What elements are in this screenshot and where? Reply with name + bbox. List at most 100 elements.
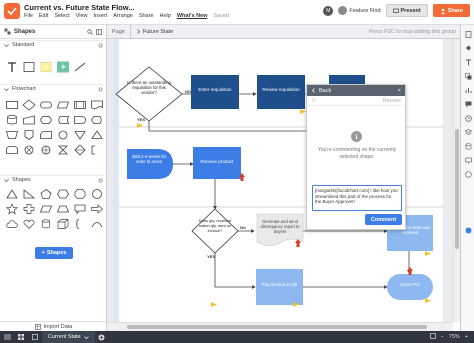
menu-edit[interactable]: Edit	[39, 13, 48, 19]
arrow-shape-icon[interactable]	[90, 203, 104, 215]
menu-insert[interactable]: Insert	[93, 13, 107, 19]
manual-operation-icon[interactable]	[5, 129, 19, 141]
or-shape-icon[interactable]	[39, 144, 53, 156]
document-title[interactable]: Current vs. Future State Flow...	[24, 3, 135, 12]
section-flowchart[interactable]: Flowchart	[0, 84, 107, 93]
triangle-shape-icon[interactable]	[5, 188, 19, 200]
terminator-shape-icon[interactable]	[39, 99, 53, 111]
pentagon-shape-icon[interactable]	[39, 188, 53, 200]
comment-button[interactable]: Comment	[365, 214, 402, 225]
app-logo[interactable]	[4, 3, 20, 19]
page-tab-current-state[interactable]: Current State	[42, 331, 95, 343]
chat-icon[interactable]	[463, 169, 473, 179]
extract-shape-icon[interactable]	[90, 129, 104, 141]
present-button[interactable]: Present	[385, 4, 428, 17]
grid-view-icon[interactable]	[14, 331, 28, 343]
horizontal-scrollbar[interactable]	[107, 322, 453, 331]
manual-input-icon[interactable]	[22, 114, 36, 126]
page-settings-small-icon[interactable]	[28, 331, 42, 343]
more-shapes-button[interactable]: + Shapes	[35, 247, 73, 259]
share-button[interactable]: Share	[432, 4, 470, 17]
menu-select[interactable]: Select	[54, 13, 69, 19]
page-settings-icon[interactable]	[463, 29, 473, 39]
hexagon-shape-icon[interactable]	[56, 188, 70, 200]
cloud-shape-icon[interactable]	[5, 218, 19, 230]
menu-help[interactable]: Help	[160, 13, 171, 19]
presentation-icon[interactable]	[463, 155, 473, 165]
menu-share[interactable]: Share	[139, 13, 154, 19]
cylinder-shape-icon[interactable]	[39, 218, 53, 230]
section-standard[interactable]: Standard	[0, 40, 107, 49]
gear-icon[interactable]	[98, 86, 103, 92]
menu-view[interactable]: View	[76, 13, 88, 19]
block-arc-icon[interactable]	[90, 218, 104, 230]
comment-input[interactable]: [margaret@lucidchart.com] I like how you…	[312, 185, 402, 211]
heart-shape-icon[interactable]	[22, 218, 36, 230]
document-shape-icon[interactable]	[90, 99, 104, 111]
vertical-scrollbar[interactable]	[453, 39, 460, 322]
off-page-connector-icon[interactable]	[22, 129, 36, 141]
fill-style-icon[interactable]	[463, 43, 473, 53]
lightning-shape-icon[interactable]	[56, 61, 70, 73]
history-icon[interactable]	[463, 113, 473, 123]
gear-icon[interactable]	[98, 177, 103, 183]
avatar[interactable]: M	[323, 5, 334, 16]
horizontal-scroll-thumb[interactable]	[127, 325, 427, 329]
collate-shape-icon[interactable]	[56, 144, 70, 156]
plus-shape-icon[interactable]	[22, 203, 36, 215]
text-shape-icon[interactable]	[5, 61, 19, 73]
search-icon[interactable]	[87, 28, 93, 35]
circle-shape-icon[interactable]	[90, 188, 104, 200]
feature-find-button[interactable]: Feature Find	[338, 6, 381, 15]
merge-shape-icon[interactable]	[73, 129, 87, 141]
zoom-out-icon[interactable]: −	[441, 334, 444, 340]
right-triangle-icon[interactable]	[22, 188, 36, 200]
data-shape-icon[interactable]	[56, 99, 70, 111]
trapezoid-shape-icon[interactable]	[56, 203, 70, 215]
card-shape-icon[interactable]	[39, 129, 53, 141]
zoom-level[interactable]: 75%	[449, 334, 460, 340]
database-shape-icon[interactable]	[5, 114, 19, 126]
menu-whats-new[interactable]: What's New	[177, 13, 208, 19]
comments-icon[interactable]	[463, 99, 473, 109]
text-style-icon[interactable]	[463, 57, 473, 67]
sort-shape-icon[interactable]	[73, 144, 87, 156]
star-shape-icon[interactable]	[5, 203, 19, 215]
display-shape-icon[interactable]	[90, 114, 104, 126]
resolve-button[interactable]: Resolve	[383, 98, 401, 104]
menu-file[interactable]: File	[24, 13, 33, 19]
help-icon[interactable]	[463, 225, 473, 235]
loop-limit-icon[interactable]	[5, 144, 19, 156]
data-linking-icon[interactable]	[463, 141, 473, 151]
cube-shape-icon[interactable]	[56, 218, 70, 230]
layers-icon[interactable]	[463, 127, 473, 137]
close-icon[interactable]: ×	[398, 88, 401, 94]
line-shape-icon[interactable]	[73, 61, 87, 73]
page-list-icon[interactable]	[0, 331, 14, 343]
collapse-panel-icon[interactable]	[96, 28, 102, 35]
vertical-scroll-thumb[interactable]	[455, 129, 459, 249]
zoom-in-icon[interactable]: +	[465, 334, 468, 340]
parallelogram-shape-icon[interactable]	[39, 203, 53, 215]
add-page-icon[interactable]	[95, 331, 109, 343]
preparation-shape-icon[interactable]	[39, 114, 53, 126]
rectangle-shape-icon[interactable]	[22, 61, 36, 73]
stored-data-icon[interactable]	[56, 114, 70, 126]
import-data-button[interactable]: Import Data	[0, 321, 107, 331]
octagon-shape-icon[interactable]	[73, 188, 87, 200]
fit-page-icon[interactable]	[429, 333, 436, 341]
summing-junction-icon[interactable]	[22, 144, 36, 156]
chevron-left-icon[interactable]	[311, 88, 316, 93]
page-name[interactable]: Future State	[131, 25, 178, 38]
predefined-process-icon[interactable]	[73, 99, 87, 111]
speech-bubble-icon[interactable]	[73, 203, 87, 215]
back-button[interactable]: Back	[319, 88, 331, 94]
annotation-shape-icon[interactable]	[90, 144, 104, 156]
note-shape-icon[interactable]	[39, 61, 53, 73]
process-shape-icon[interactable]	[5, 99, 19, 111]
metrics-icon[interactable]	[463, 85, 473, 95]
brace-shape-icon[interactable]	[73, 218, 87, 230]
connector-shape-icon[interactable]	[56, 129, 70, 141]
gear-icon[interactable]	[98, 42, 103, 48]
decision-shape-icon[interactable]	[22, 99, 36, 111]
